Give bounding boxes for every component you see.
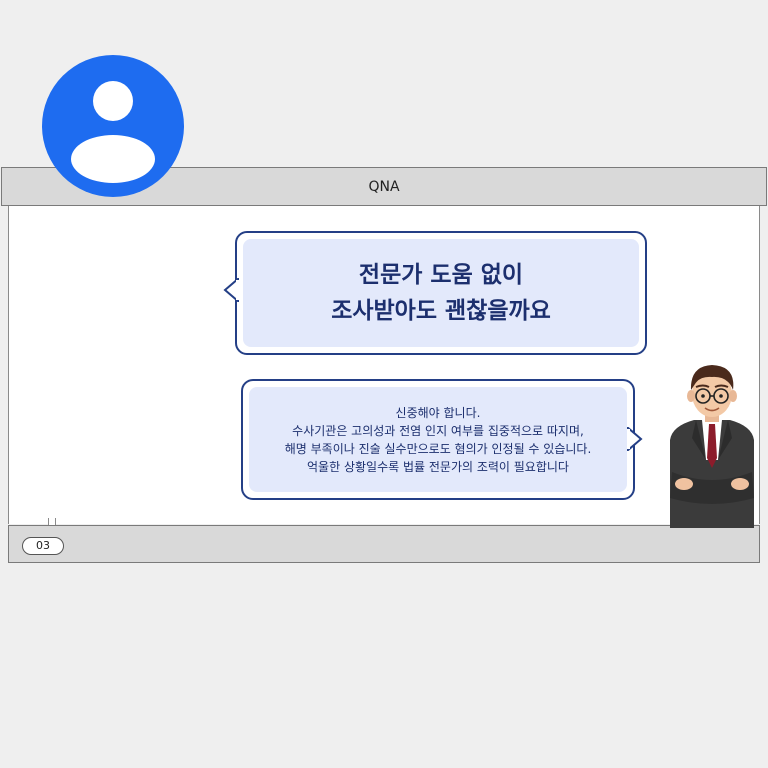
answer-bubble-tail (627, 427, 643, 451)
question-bubble-inner: 전문가 도움 없이 조사받아도 괜찮을까요 (243, 239, 639, 347)
answer-line: 억울한 상황일수록 법률 전문가의 조력이 필요합니다 (307, 459, 569, 474)
user-avatar-icon (42, 55, 184, 197)
answer-line: 수사기관은 고의성과 전염 인지 여부를 집중적으로 따지며, (292, 423, 584, 438)
answer-line: 신중해야 합니다. (395, 405, 481, 420)
question-bubble: 전문가 도움 없이 조사받아도 괜찮을까요 (235, 231, 647, 355)
answer-bubble-inner: 신중해야 합니다. 수사기관은 고의성과 전염 인지 여부를 집중적으로 따지며… (249, 387, 627, 492)
answer-line: 해명 부족이나 진술 실수만으로도 혐의가 인정될 수 있습니다. (284, 441, 592, 456)
answer-bubble: 신중해야 합니다. 수사기관은 고의성과 전염 인지 여부를 집중적으로 따지며… (241, 379, 635, 500)
page-number: 03 (22, 537, 64, 555)
slide: QNA 03 (0, 166, 768, 566)
lawyer-illustration (670, 365, 754, 528)
question-line-2: 조사받아도 괜찮을까요 (331, 298, 551, 324)
slide-footer: 03 (8, 525, 760, 563)
slide-title: QNA (368, 178, 400, 195)
question-bubble-tail (223, 278, 239, 302)
question-line-1: 전문가 도움 없이 (358, 262, 524, 288)
